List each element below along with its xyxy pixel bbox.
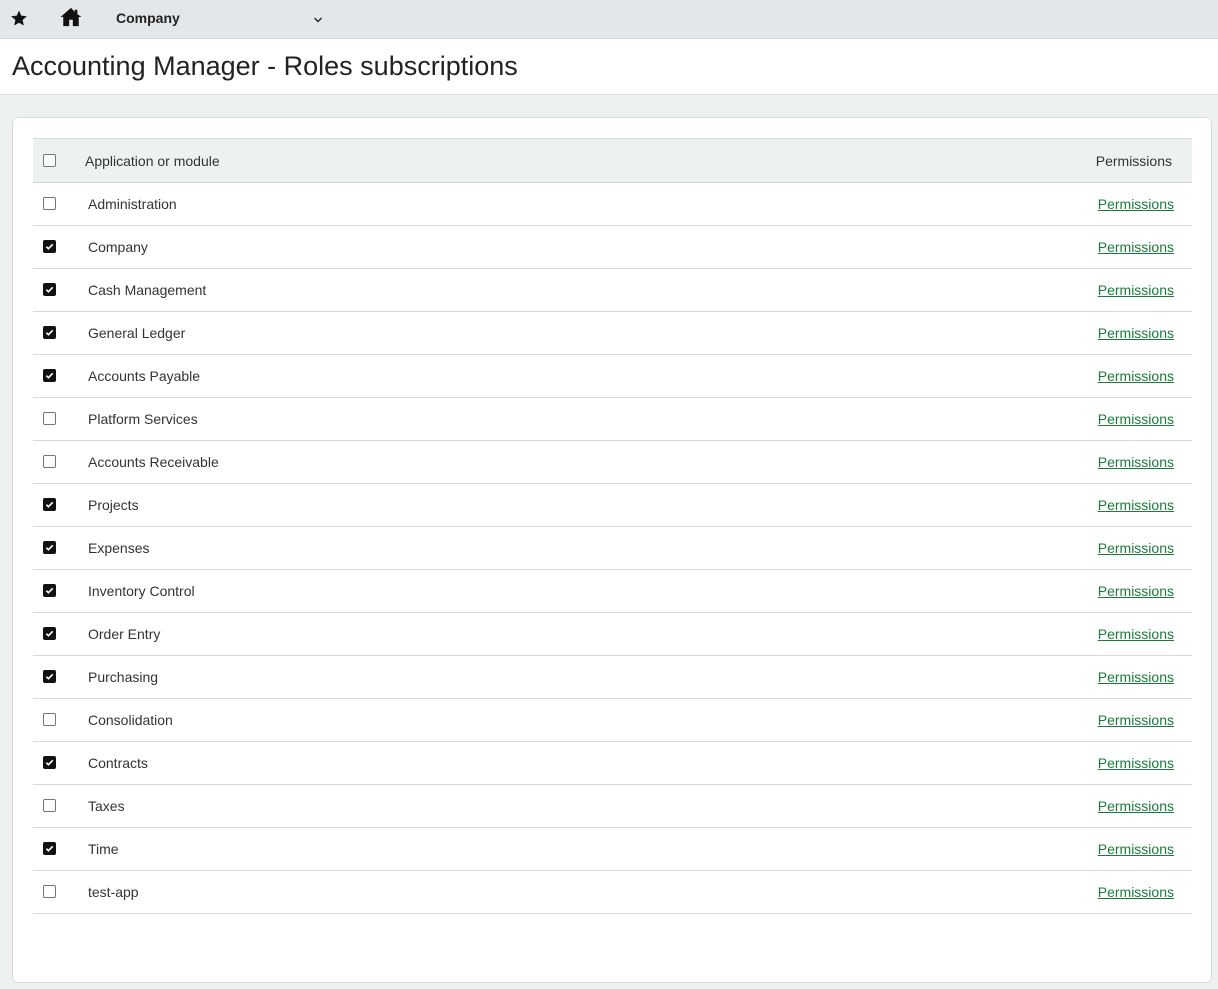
- check-icon: [45, 845, 54, 852]
- table-row: Accounts Payable Permissions: [33, 355, 1192, 398]
- check-icon: [45, 759, 54, 766]
- permissions-link[interactable]: Permissions: [1098, 497, 1174, 513]
- permissions-link[interactable]: Permissions: [1098, 540, 1174, 556]
- chevron-down-icon: [313, 12, 323, 23]
- column-header-permissions: Permissions: [1095, 153, 1172, 169]
- row-checkbox[interactable]: [43, 412, 56, 425]
- table-row: Company Permissions: [33, 226, 1192, 269]
- row-checkbox[interactable]: [43, 713, 56, 726]
- row-checkbox[interactable]: [43, 584, 56, 597]
- table-row: Projects Permissions: [33, 484, 1192, 527]
- table-row: Order Entry Permissions: [33, 613, 1192, 656]
- company-menu[interactable]: Company: [116, 6, 328, 30]
- check-icon: [45, 286, 54, 293]
- star-icon[interactable]: [10, 9, 28, 27]
- row-checkbox[interactable]: [43, 369, 56, 382]
- module-name: Time: [88, 841, 119, 857]
- table-header: Application or module Permissions: [33, 138, 1192, 183]
- permissions-link[interactable]: Permissions: [1098, 282, 1174, 298]
- module-name: Platform Services: [88, 411, 198, 427]
- row-checkbox[interactable]: [43, 498, 56, 511]
- permissions-link[interactable]: Permissions: [1098, 626, 1174, 642]
- check-icon: [45, 673, 54, 680]
- row-checkbox[interactable]: [43, 197, 56, 210]
- table-row: Expenses Permissions: [33, 527, 1192, 570]
- table-row: Contracts Permissions: [33, 742, 1192, 785]
- table-row: Consolidation Permissions: [33, 699, 1192, 742]
- page-header: Accounting Manager - Roles subscriptions: [0, 39, 1218, 95]
- module-name: Expenses: [88, 540, 150, 556]
- check-icon: [45, 501, 54, 508]
- row-checkbox[interactable]: [43, 842, 56, 855]
- check-icon: [45, 243, 54, 250]
- permissions-link[interactable]: Permissions: [1098, 712, 1174, 728]
- table-row: test-app Permissions: [33, 871, 1192, 914]
- check-icon: [45, 329, 54, 336]
- module-name: Accounts Receivable: [88, 454, 219, 470]
- column-header-application: Application or module: [85, 153, 220, 169]
- table-row: Cash Management Permissions: [33, 269, 1192, 312]
- module-name: test-app: [88, 884, 139, 900]
- select-all-checkbox[interactable]: [43, 154, 56, 167]
- module-name: Consolidation: [88, 712, 173, 728]
- row-checkbox[interactable]: [43, 627, 56, 640]
- row-checkbox[interactable]: [43, 541, 56, 554]
- check-icon: [45, 372, 54, 379]
- module-name: Contracts: [88, 755, 148, 771]
- row-checkbox[interactable]: [43, 283, 56, 296]
- row-checkbox[interactable]: [43, 885, 56, 898]
- row-checkbox[interactable]: [43, 455, 56, 468]
- module-name: General Ledger: [88, 325, 186, 341]
- module-name: Cash Management: [88, 282, 207, 298]
- permissions-link[interactable]: Permissions: [1098, 411, 1174, 427]
- permissions-link[interactable]: Permissions: [1098, 454, 1174, 470]
- row-checkbox[interactable]: [43, 799, 56, 812]
- module-name: Projects: [88, 497, 139, 513]
- module-name: Administration: [88, 196, 177, 212]
- permissions-link[interactable]: Permissions: [1098, 196, 1174, 212]
- home-icon[interactable]: [60, 7, 82, 27]
- row-checkbox[interactable]: [43, 756, 56, 769]
- permissions-link[interactable]: Permissions: [1098, 884, 1174, 900]
- permissions-link[interactable]: Permissions: [1098, 583, 1174, 599]
- row-checkbox[interactable]: [43, 240, 56, 253]
- check-icon: [45, 587, 54, 594]
- module-name: Accounts Payable: [88, 368, 201, 384]
- permissions-link[interactable]: Permissions: [1098, 669, 1174, 685]
- top-nav-bar: Company: [0, 0, 1218, 39]
- row-checkbox[interactable]: [43, 670, 56, 683]
- company-menu-label: Company: [116, 10, 180, 26]
- permissions-link[interactable]: Permissions: [1098, 755, 1174, 771]
- check-icon: [45, 630, 54, 637]
- subscriptions-panel: Application or module Permissions Admini…: [12, 117, 1212, 983]
- table-row: Purchasing Permissions: [33, 656, 1192, 699]
- permissions-link[interactable]: Permissions: [1098, 841, 1174, 857]
- row-checkbox[interactable]: [43, 326, 56, 339]
- table-row: Accounts Receivable Permissions: [33, 441, 1192, 484]
- module-name: Inventory Control: [88, 583, 195, 599]
- subscriptions-table: Application or module Permissions Admini…: [33, 138, 1192, 914]
- table-row: General Ledger Permissions: [33, 312, 1192, 355]
- module-name: Order Entry: [88, 626, 161, 642]
- permissions-link[interactable]: Permissions: [1098, 368, 1174, 384]
- table-row: Time Permissions: [33, 828, 1192, 871]
- table-row: Taxes Permissions: [33, 785, 1192, 828]
- module-name: Purchasing: [88, 669, 159, 685]
- page-title: Accounting Manager - Roles subscriptions: [12, 51, 518, 81]
- table-row: Administration Permissions: [33, 183, 1192, 226]
- table-body: Administration Permissions Company Permissi…: [33, 183, 1192, 914]
- table-row: Platform Services Permissions: [33, 398, 1192, 441]
- check-icon: [45, 544, 54, 551]
- permissions-link[interactable]: Permissions: [1098, 798, 1174, 814]
- table-row: Inventory Control Permissions: [33, 570, 1192, 613]
- permissions-link[interactable]: Permissions: [1098, 325, 1174, 341]
- permissions-link[interactable]: Permissions: [1098, 239, 1174, 255]
- module-name: Taxes: [88, 798, 125, 814]
- module-name: Company: [88, 239, 148, 255]
